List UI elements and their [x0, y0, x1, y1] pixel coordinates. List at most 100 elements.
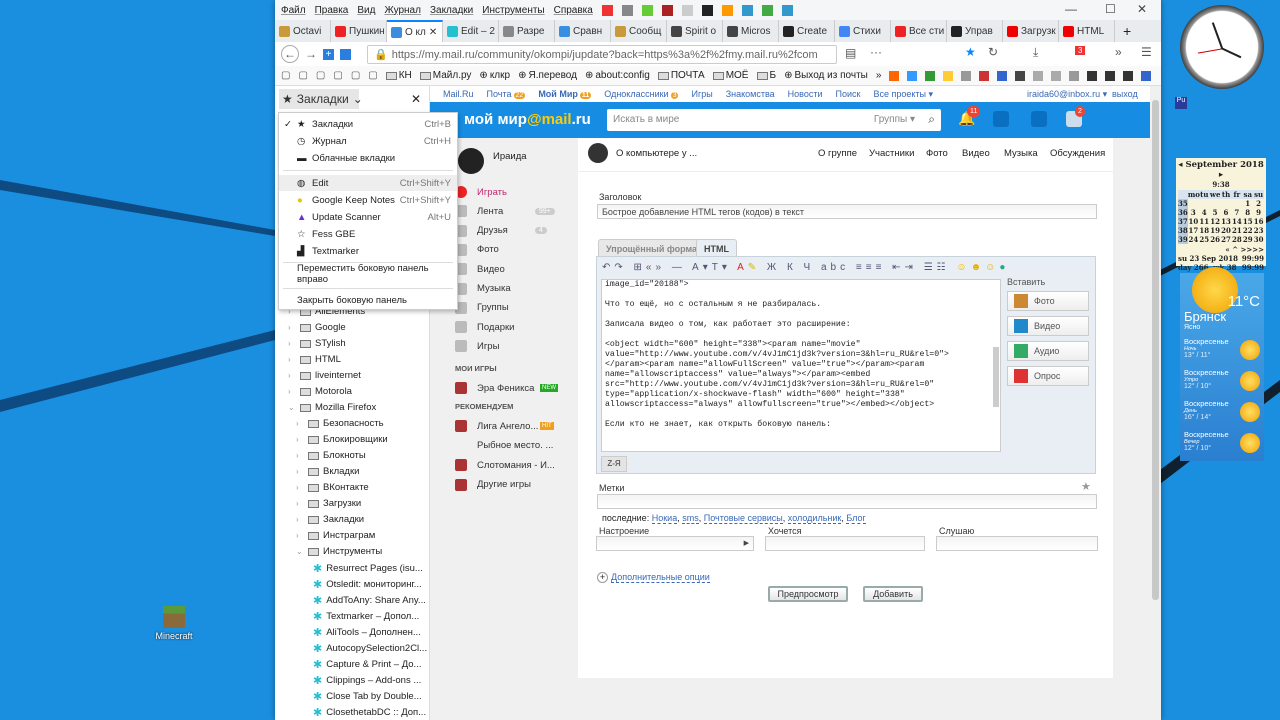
- chevron-right-icon[interactable]: ›: [296, 531, 304, 540]
- left-menu-item[interactable]: Группы: [455, 301, 509, 314]
- group-nav-link[interactable]: Обсуждения: [1050, 148, 1105, 159]
- extension-icon[interactable]: [601, 4, 613, 16]
- chat-icon[interactable]: [1031, 111, 1047, 127]
- bookmark-folder[interactable]: › Загрузки: [296, 498, 361, 509]
- add-button[interactable]: Добавить: [863, 586, 923, 602]
- insert-0-button[interactable]: Фото: [1007, 291, 1089, 311]
- sidebar-menu-item[interactable]: ◍ Edit Ctrl+Shift+Y: [279, 175, 457, 191]
- tag-link[interactable]: холодильник: [787, 513, 842, 524]
- close-sidebar-icon[interactable]: ✕: [411, 92, 421, 106]
- history-icon[interactable]: ▢: [333, 70, 342, 81]
- overflow-icon[interactable]: »: [876, 70, 882, 81]
- title-input[interactable]: Бострое добавление HTML тегов (кодов) в …: [597, 204, 1097, 219]
- star-icon[interactable]: ▢: [351, 70, 360, 81]
- game-item[interactable]: Другие игры: [455, 478, 531, 491]
- extension-icon[interactable]: [1141, 70, 1152, 81]
- extension-icon[interactable]: [961, 70, 972, 81]
- insert-3-button[interactable]: Опрос: [1007, 366, 1089, 386]
- move-sidebar-right[interactable]: Переместить боковую панель вправо: [279, 263, 457, 285]
- bookmark-item[interactable]: Майл.ру: [419, 70, 471, 81]
- menu-item[interactable]: Правка: [315, 5, 349, 16]
- chevron-down-icon[interactable]: ⌄: [288, 403, 296, 412]
- reader-icon[interactable]: ▤: [845, 46, 856, 60]
- close-tab-icon[interactable]: ✕: [429, 27, 437, 38]
- tab[interactable]: Сообщ: [611, 20, 667, 42]
- sidebar-menu-item[interactable]: ▟ Textmarker: [279, 243, 457, 259]
- bookmark-item[interactable]: ✱ Resurrect Pages (isu...: [313, 562, 423, 575]
- chevron-right-icon[interactable]: ›: [296, 467, 304, 476]
- user-email-menu[interactable]: iraida60@inbox.ru ▾: [1027, 89, 1107, 100]
- bookmark-folder[interactable]: ⌄ Mozilla Firefox: [288, 402, 376, 413]
- sidebar-menu-item[interactable]: ☆ Fess GBE: [279, 226, 457, 242]
- group-name[interactable]: О компьютере у ...: [616, 148, 697, 159]
- library-icon[interactable]: ▢: [316, 70, 325, 81]
- bookmark-folder[interactable]: › Вкладки: [296, 466, 359, 477]
- page-scrollbar[interactable]: [1150, 86, 1161, 720]
- extension-icon[interactable]: [925, 70, 936, 81]
- extension-icon[interactable]: [943, 70, 954, 81]
- chevron-right-icon[interactable]: ›: [288, 387, 296, 396]
- overflow-icon[interactable]: »: [1115, 45, 1122, 59]
- bookmark-folder[interactable]: › Инстраграм: [296, 530, 375, 541]
- left-menu-item[interactable]: Игры: [455, 340, 499, 353]
- profile-name[interactable]: Ираида: [493, 151, 527, 162]
- extension-icon[interactable]: [1105, 70, 1116, 81]
- extension-icon[interactable]: [1015, 70, 1026, 81]
- avatar[interactable]: [458, 148, 484, 174]
- extension-icon[interactable]: [1123, 70, 1134, 81]
- extension-icon[interactable]: [621, 4, 633, 16]
- bookmark-item[interactable]: ✱ Close Tab by Double...: [313, 690, 422, 703]
- preview-button[interactable]: Предпросмотр: [768, 586, 848, 602]
- extension-icon[interactable]: [1069, 70, 1080, 81]
- extension-icon[interactable]: [907, 70, 918, 81]
- hamburger-menu-icon[interactable]: ☰: [1141, 45, 1152, 59]
- tab[interactable]: Octavi: [275, 20, 331, 42]
- portal-link[interactable]: Знакомства: [726, 89, 775, 99]
- bookmark-item[interactable]: ✱ ClosethetabDC :: Доп...: [313, 706, 426, 719]
- extension-icon[interactable]: [1033, 70, 1044, 81]
- sidebar-menu-item[interactable]: ▬ Облачные вкладки: [279, 150, 457, 166]
- bookmark-folder[interactable]: › Блокировщики: [296, 434, 388, 445]
- tab[interactable]: Spirit о: [667, 20, 723, 42]
- portal-link[interactable]: Новости: [788, 89, 823, 99]
- menu-item[interactable]: Вид: [357, 5, 375, 16]
- left-menu-item[interactable]: Лента 99+: [455, 205, 555, 218]
- tab[interactable]: Micros: [723, 20, 779, 42]
- left-menu-item[interactable]: Музыка: [455, 282, 511, 295]
- new-tab-icon[interactable]: +: [1115, 20, 1139, 42]
- calendar-icon[interactable]: ▢: [368, 70, 377, 81]
- url-bar[interactable]: 🔒 https://my.mail.ru/community/okompi/jup…: [367, 45, 837, 64]
- close-window-button[interactable]: ✕: [1137, 2, 1147, 16]
- bookmark-item[interactable]: МОЁ: [712, 70, 749, 81]
- tab[interactable]: Разре: [499, 20, 555, 42]
- chevron-right-icon[interactable]: ›: [296, 483, 304, 492]
- portal-link[interactable]: Одноклассники 3: [604, 89, 679, 99]
- bookmark-folder[interactable]: ⌄ Инструменты: [296, 546, 382, 557]
- mail-badge[interactable]: 3: [1075, 46, 1086, 55]
- insert-2-button[interactable]: Аудио: [1007, 341, 1089, 361]
- bookmark-folder[interactable]: › Google: [288, 322, 346, 333]
- bookmark-item[interactable]: ✱ AliTools – Дополнен...: [313, 626, 421, 639]
- bookmark-folder[interactable]: › HTML: [288, 354, 341, 365]
- portal-link[interactable]: Все проекты ▾: [873, 89, 933, 100]
- sidebar-menu-item[interactable]: ◷ Журнал Ctrl+H: [279, 133, 457, 149]
- extension-plus-icon[interactable]: +: [323, 48, 334, 60]
- sidebar-menu-item[interactable]: ● Google Keep Notes Ctrl+Shift+Y: [279, 192, 457, 208]
- tab[interactable]: Create: [779, 20, 835, 42]
- bookmark-folder[interactable]: › STylish: [288, 338, 346, 349]
- bookmark-item[interactable]: ⊕ about:config: [585, 70, 650, 81]
- minimize-button[interactable]: —: [1065, 2, 1077, 16]
- sidebar-switcher[interactable]: ★ Закладки ⌄: [279, 89, 363, 109]
- sidebar-menu-item[interactable]: ✓ ★ Закладки Ctrl+B: [279, 116, 457, 132]
- bookmark-folder[interactable]: › Блокноты: [296, 450, 366, 461]
- chevron-right-icon[interactable]: ›: [288, 355, 296, 364]
- tags-input[interactable]: [597, 494, 1097, 509]
- bookmark-item[interactable]: ✱ Clippings – Add-ons ...: [313, 674, 421, 687]
- tab-simple-format[interactable]: Упрощённый формат: [598, 239, 710, 257]
- portal-link[interactable]: Почта 22: [487, 89, 526, 99]
- tag-link[interactable]: Нокиа: [651, 513, 678, 524]
- extension-icon[interactable]: [741, 4, 753, 16]
- tab[interactable]: О кл ✕: [387, 20, 443, 42]
- desktop-icon-pu[interactable]: Pu: [1175, 97, 1187, 109]
- extension-icon[interactable]: [661, 4, 673, 16]
